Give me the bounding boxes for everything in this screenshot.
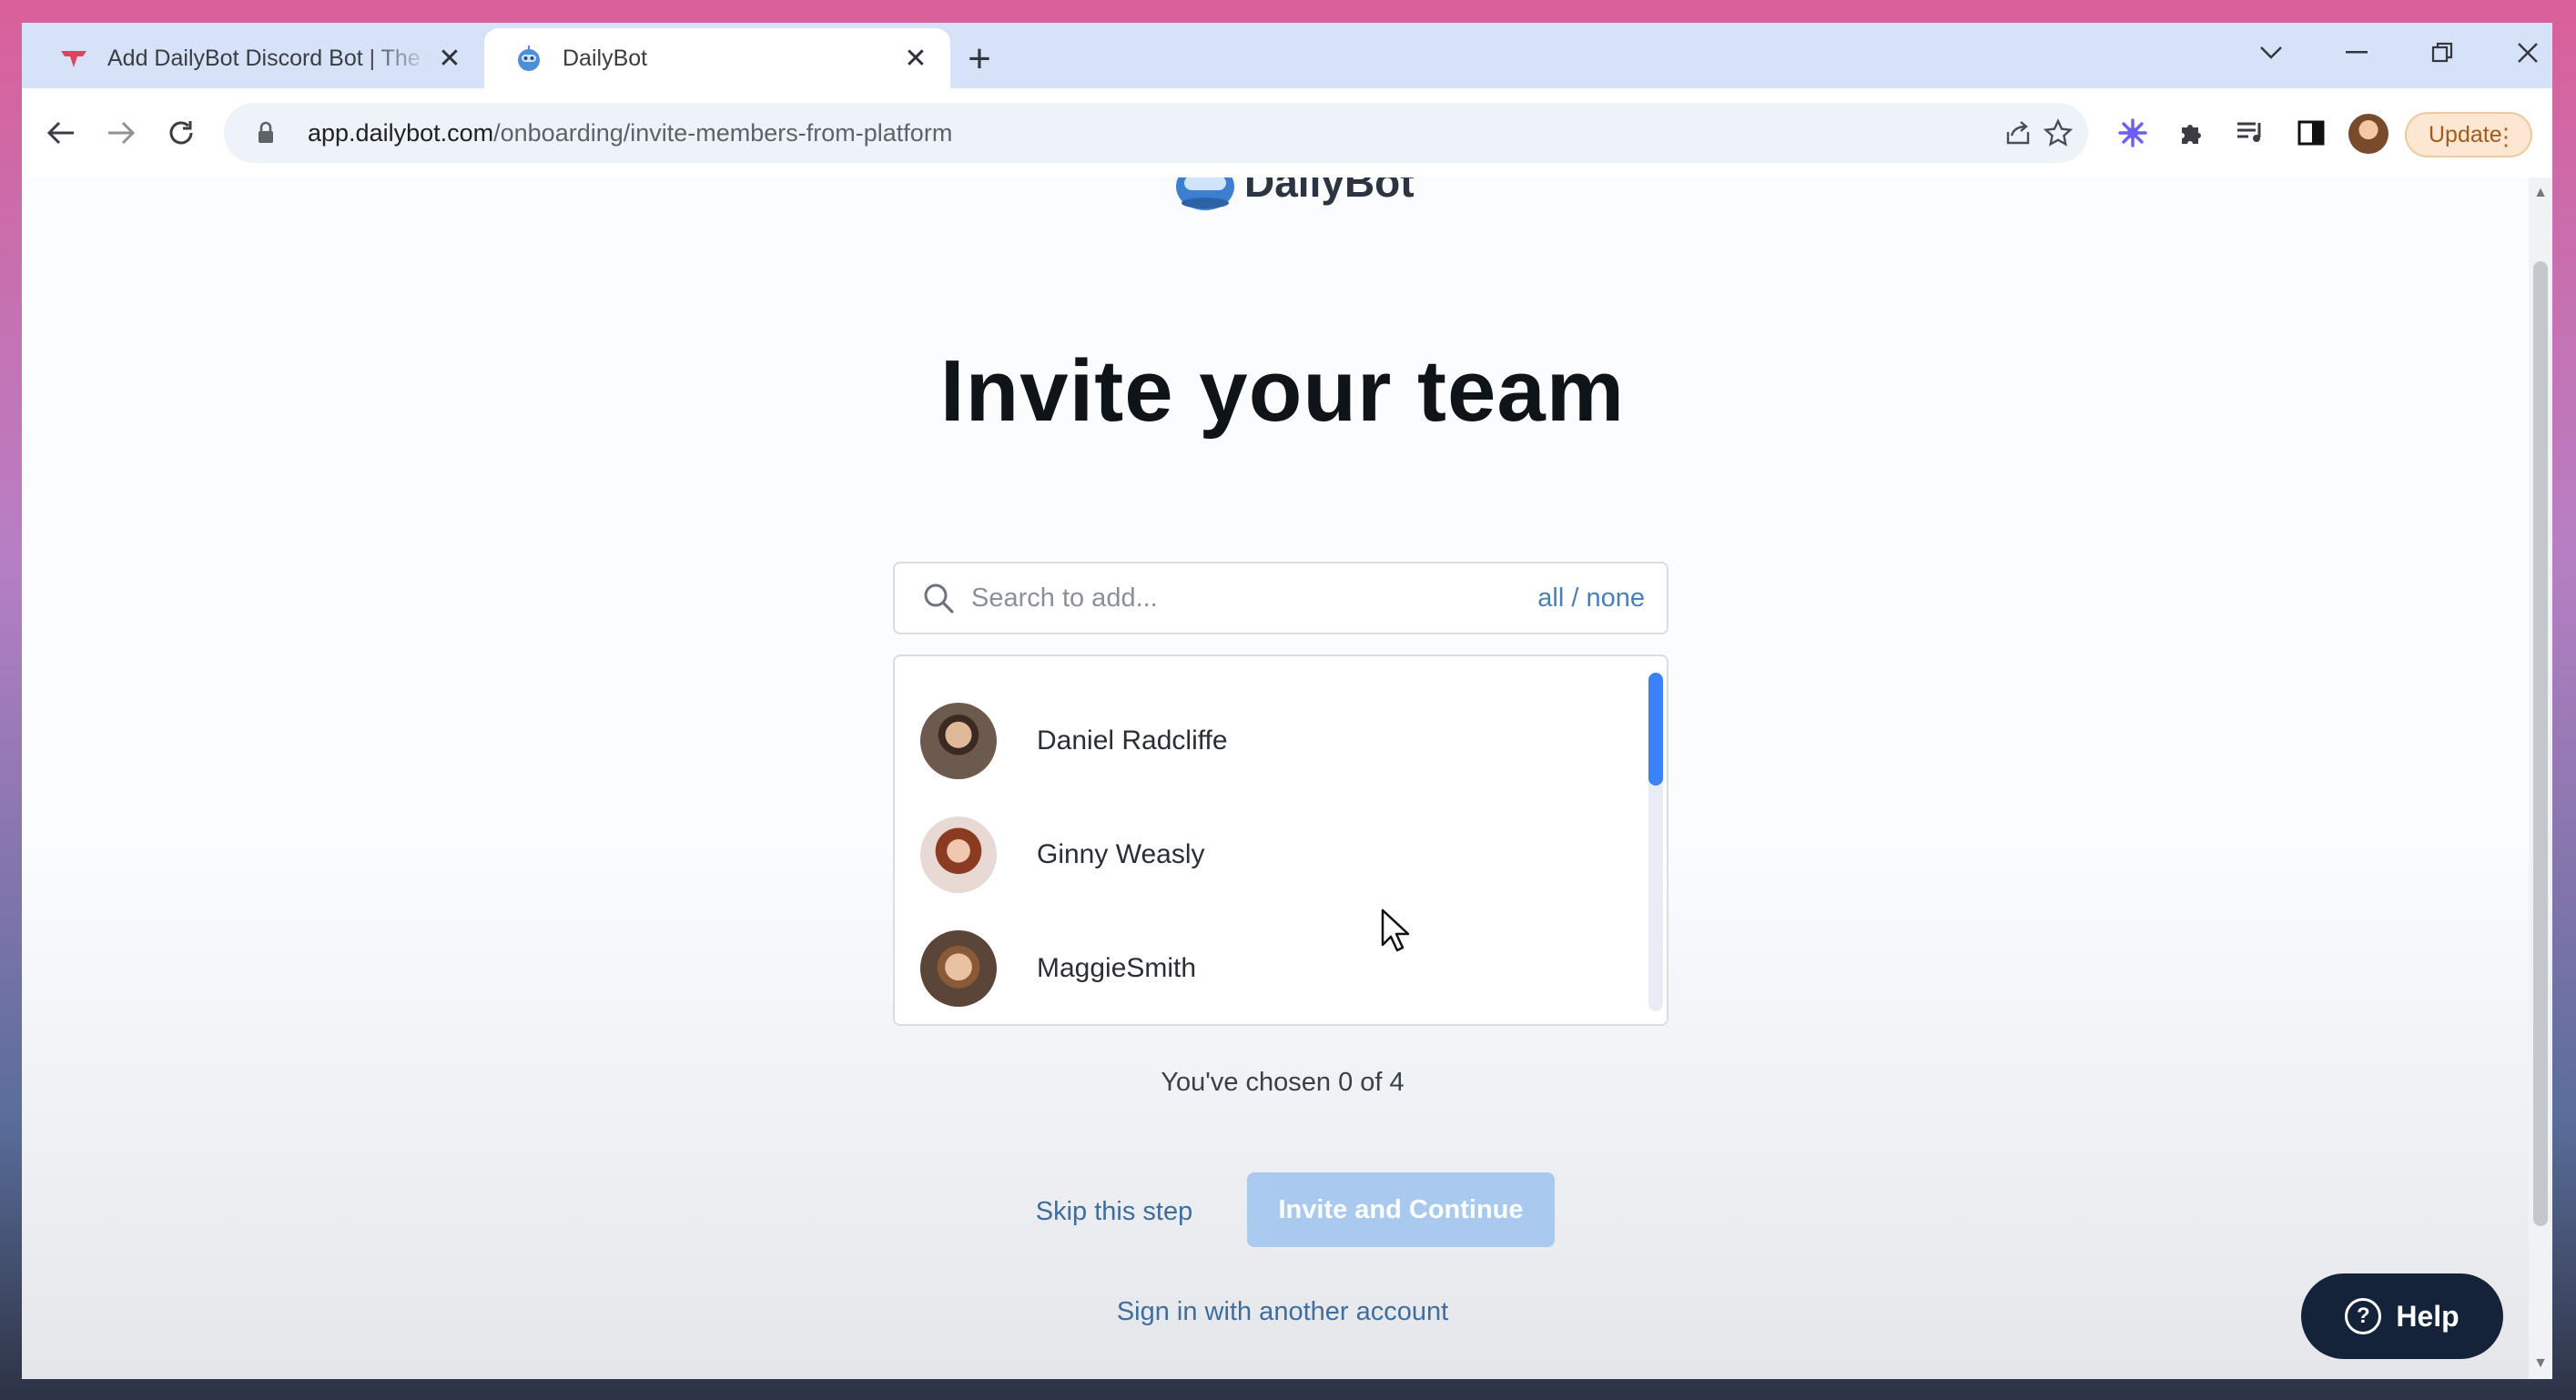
tab-strip: Add DailyBot Discord Bot | The # ✕ Daily… [22, 23, 2552, 88]
dailybot-blue-icon [513, 43, 544, 74]
lock-icon[interactable] [257, 121, 293, 145]
back-arrow-icon[interactable] [38, 110, 84, 156]
dailybot-red-icon [58, 43, 89, 74]
reload-icon[interactable] [158, 110, 204, 156]
member-search-box: all / none [893, 562, 1668, 634]
extension-snowflake-icon[interactable] [2110, 110, 2155, 156]
member-row[interactable]: MaggieSmith [895, 918, 1641, 1019]
extensions-puzzle-icon[interactable] [2170, 110, 2216, 156]
logo-text: DailyBot [1244, 178, 1415, 206]
forward-arrow-icon[interactable] [98, 110, 144, 156]
side-panel-icon[interactable] [2288, 110, 2334, 156]
member-name: MaggieSmith [1037, 953, 1197, 983]
invite-and-continue-button[interactable]: Invite and Continue [1247, 1172, 1555, 1247]
page-title: Invite your team [939, 342, 1626, 440]
url-text: app.dailybot.com/onboarding/invite-membe… [308, 119, 952, 147]
update-button[interactable]: Update ⋮ [2405, 112, 2532, 157]
tab-title: DailyBot [563, 45, 648, 71]
bookmark-star-icon[interactable] [2035, 110, 2081, 156]
member-avatar [920, 817, 997, 893]
member-avatar [920, 703, 997, 779]
minimize-icon[interactable] [2325, 30, 2388, 76]
select-all-none-link[interactable]: all / none [1537, 583, 1645, 614]
media-queue-icon[interactable] [2228, 110, 2274, 156]
browser-window: Add DailyBot Discord Bot | The # ✕ Daily… [22, 23, 2552, 1379]
dailybot-logo: DailyBot [1173, 178, 1415, 214]
member-name: Daniel Radcliffe [1037, 725, 1228, 756]
tab-dailybot[interactable]: DailyBot ✕ [484, 28, 950, 88]
sign-in-another-account-link[interactable]: Sign in with another account [22, 1297, 2543, 1327]
profile-avatar[interactable] [2348, 114, 2388, 154]
member-name: Ginny Weasly [1037, 839, 1205, 869]
member-row[interactable]: Daniel Radcliffe [895, 691, 1641, 791]
page-content: DailyBot Invite your team all / none Dan… [22, 178, 2543, 1379]
url-domain: app.dailybot.com [308, 118, 494, 147]
share-icon[interactable] [1995, 110, 2041, 156]
member-list-scroll-thumb[interactable] [1648, 673, 1663, 786]
dailybot-logo-icon [1176, 178, 1234, 210]
page-scrollbar[interactable]: ▲ ▼ [2529, 178, 2552, 1379]
member-list-scrollbar[interactable] [1648, 673, 1663, 1011]
question-mark-icon: ? [2345, 1298, 2382, 1334]
search-icon [920, 580, 957, 616]
skip-step-link[interactable]: Skip this step [1005, 1197, 1223, 1227]
mouse-cursor-icon [1380, 908, 1411, 958]
help-button[interactable]: ? Help [2301, 1273, 2503, 1359]
close-tab-icon[interactable]: ✕ [431, 40, 468, 76]
tab-add-dailybot-discord[interactable]: Add DailyBot Discord Bot | The # ✕ [29, 28, 484, 88]
browser-toolbar: app.dailybot.com/onboarding/invite-membe… [22, 88, 2552, 179]
address-bar[interactable]: app.dailybot.com/onboarding/invite-membe… [224, 103, 2088, 163]
help-label: Help [2396, 1299, 2459, 1333]
tab-title: Add DailyBot Discord Bot | The # [107, 45, 431, 71]
page-scroll-thumb[interactable] [2533, 261, 2548, 1226]
new-tab-button[interactable]: + [956, 36, 1003, 83]
member-avatar [920, 930, 997, 1007]
update-label: Update [2429, 121, 2502, 147]
scroll-up-arrow-icon[interactable]: ▲ [2531, 185, 2550, 203]
close-tab-icon[interactable]: ✕ [898, 40, 934, 76]
scroll-down-arrow-icon[interactable]: ▼ [2531, 1355, 2550, 1374]
tab-search-chevron-icon[interactable] [2239, 30, 2303, 76]
url-path: /onboarding/invite-members-from-platform [493, 118, 953, 147]
member-row[interactable]: Ginny Weasly [895, 805, 1641, 905]
kebab-menu-icon[interactable]: ⋮ [2494, 123, 2518, 151]
close-window-icon[interactable] [2496, 30, 2552, 76]
selection-count: You've chosen 0 of 4 [1161, 1068, 1405, 1097]
member-list[interactable]: Daniel Radcliffe Ginny Weasly MaggieSmit… [893, 654, 1668, 1026]
search-input[interactable] [969, 582, 1519, 614]
restore-icon[interactable] [2410, 30, 2474, 76]
